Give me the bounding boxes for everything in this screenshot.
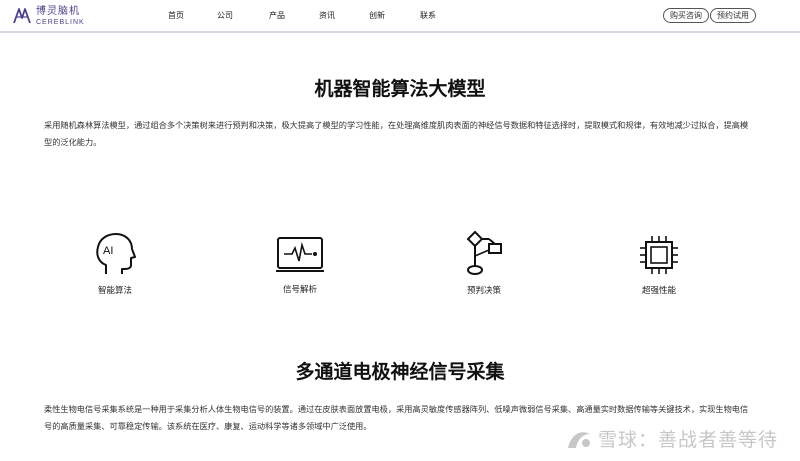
feature-performance: 超强性能 [599,234,719,296]
feature-label-performance: 超强性能 [641,285,676,295]
nav-item-innovation[interactable]: 创新 [369,10,385,21]
feature-label-signal-analysis: 信号解析 [282,284,317,294]
nav-item-products[interactable]: 产品 [269,10,285,21]
svg-text:AI: AI [103,245,113,257]
flowchart-icon [466,230,502,275]
chip-icon [640,236,678,274]
nav-item-news[interactable]: 资讯 [319,10,335,21]
site-header: 博灵脑机 CEREBLINK 首页 公司 产品 资讯 创新 联系 购买咨询 预约… [0,0,800,31]
feature-label-smart-algorithm: 智能算法 [97,285,132,295]
nav-item-contact[interactable]: 联系 [420,10,436,21]
nav-item-home[interactable]: 首页 [168,10,184,21]
section-title-algorithm: 机器智能算法大模型 [314,79,486,100]
ai-head-icon: AI [96,233,136,274]
section-paragraph-algorithm: 采用随机森林算法模型，通过组合多个决策树来进行预判和决策，极大提高了模型的学习性… [44,121,749,147]
watermark-text: 雪球：善战者善等待 [597,430,778,451]
watermark: 雪球：善战者善等待 [566,425,778,452]
feature-smart-algorithm: AI 智能算法 [55,232,175,296]
snowball-logo-icon [567,431,590,448]
section-title-signal-acquisition: 多通道电极神经信号采集 [295,362,505,383]
feature-prediction: 预判决策 [424,230,544,296]
feature-signal-analysis: 信号解析 [240,235,360,295]
nav-item-company[interactable]: 公司 [217,10,233,21]
signal-monitor-icon [276,237,324,272]
book-trial-button[interactable]: 预约试用 [710,8,756,23]
purchase-consult-button[interactable]: 购买咨询 [663,8,709,23]
feature-label-prediction: 预判决策 [466,285,501,295]
header-divider [0,31,800,33]
